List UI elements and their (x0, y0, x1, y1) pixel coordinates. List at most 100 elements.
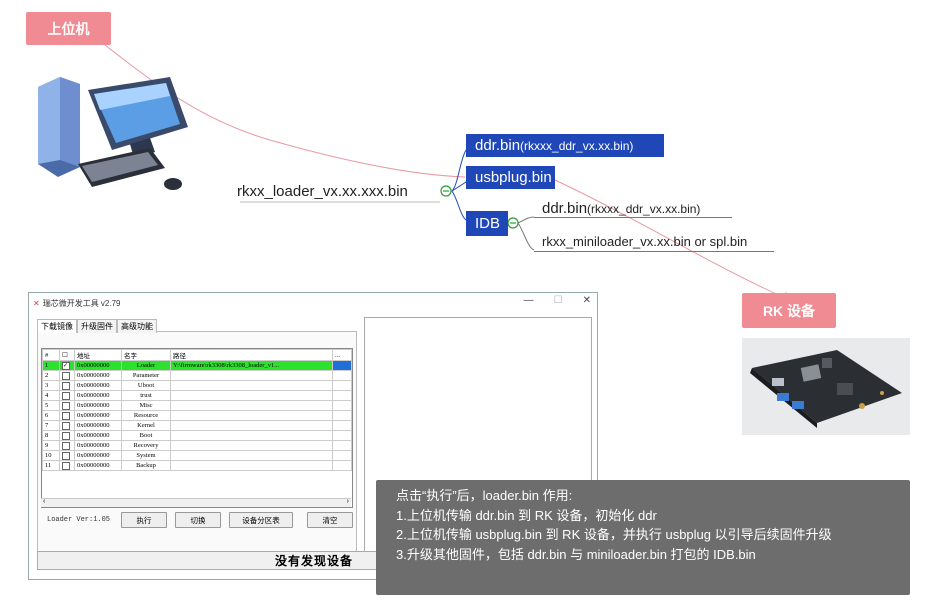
row-more (332, 440, 352, 451)
row-index: 6 (42, 410, 60, 421)
loader-version: Loader Ver:1.05 (47, 516, 111, 524)
row-more (332, 460, 352, 471)
row-checkbox[interactable]: ✓ (59, 360, 75, 371)
note-line-3: 3.升级其他固件，包括 ddr.bin 与 miniloader.bin 打包的… (396, 546, 756, 562)
row-name: Recovery (121, 440, 171, 451)
close-button[interactable]: ✕ (583, 295, 591, 306)
checkbox-icon[interactable] (62, 431, 70, 440)
col-check[interactable]: ☐ (59, 349, 75, 361)
table-row[interactable]: 7 0x00000000 Kernel (42, 420, 352, 431)
row-path[interactable] (170, 450, 333, 461)
scroll-right-icon[interactable]: › (347, 498, 349, 505)
table-row[interactable]: 1 ✓ 0x00000000 Loader Y:\firmware\rk3308\rk3… (42, 360, 352, 371)
row-path[interactable] (170, 430, 333, 441)
device-status-text: 没有发现设备 (274, 554, 353, 568)
row-path[interactable] (170, 440, 333, 451)
tab-download-image[interactable]: 下载镜像 (37, 319, 77, 333)
row-checkbox[interactable] (59, 400, 75, 411)
checkbox-icon[interactable] (62, 411, 70, 420)
minimize-button[interactable]: — (524, 295, 534, 306)
partition-table-button[interactable]: 设备分区表 (229, 512, 293, 528)
checkbox-icon[interactable] (62, 421, 70, 430)
explanation-note: 点击“执行”后，loader.bin 作用: 1.上位机传输 ddr.bin 到… (376, 480, 910, 595)
row-name: Misc (121, 400, 171, 411)
table-row[interactable]: 2 0x00000000 Parameter (42, 370, 352, 381)
row-checkbox[interactable] (59, 410, 75, 421)
checkbox-icon[interactable] (62, 381, 70, 390)
row-index: 7 (42, 420, 60, 431)
row-path[interactable] (170, 460, 333, 471)
row-path[interactable] (170, 370, 333, 381)
checkbox-icon[interactable] (62, 461, 70, 470)
checkbox-icon[interactable] (62, 391, 70, 400)
tab-advanced[interactable]: 高级功能 (117, 319, 157, 333)
row-checkbox[interactable] (59, 390, 75, 401)
row-more (332, 450, 352, 461)
row-checkbox[interactable] (59, 380, 75, 391)
row-name: Parameter (121, 370, 171, 381)
row-index: 8 (42, 430, 60, 441)
checkbox-checked-icon[interactable]: ✓ (62, 361, 70, 370)
row-path[interactable] (170, 420, 333, 431)
row-checkbox[interactable] (59, 440, 75, 451)
row-address: 0x00000000 (74, 410, 122, 421)
host-tag: 上位机 (26, 12, 111, 45)
image-list-grid: # ☐ 地址 名字 路径 ... 1 ✓ 0x00000000 Loader Y:\fi… (41, 348, 353, 508)
col-more: ... (332, 349, 352, 361)
table-row[interactable]: 11 0x00000000 Backup (42, 460, 352, 471)
rk-board-photo (742, 338, 910, 435)
row-checkbox[interactable] (59, 420, 75, 431)
tab-upgrade-firmware[interactable]: 升级固件 (77, 319, 117, 333)
node-idb-ddr-sub: (rkxxx_ddr_vx.xx.bin) (587, 202, 701, 216)
row-more (332, 390, 352, 401)
switch-button[interactable]: 切换 (175, 512, 221, 528)
row-address: 0x00000000 (74, 420, 122, 431)
table-row[interactable]: 8 0x00000000 Boot (42, 430, 352, 441)
row-name: Uboot (121, 380, 171, 391)
row-path[interactable] (170, 410, 333, 421)
row-address: 0x00000000 (74, 430, 122, 441)
row-checkbox[interactable] (59, 450, 75, 461)
node-usbplug-label: usbplug.bin (475, 169, 552, 186)
col-path: 路径 (170, 349, 333, 361)
table-row[interactable]: 10 0x00000000 System (42, 450, 352, 461)
maximize-button[interactable]: ☐ (554, 295, 563, 306)
note-line-intro: 点击“执行”后，loader.bin 作用: (396, 488, 573, 503)
row-checkbox[interactable] (59, 460, 75, 471)
row-name: Resource (121, 410, 171, 421)
row-name: trust (121, 390, 171, 401)
row-index: 4 (42, 390, 60, 401)
checkbox-icon[interactable] (62, 371, 70, 380)
root-node-label: rkxx_loader_vx.xx.xxx.bin (237, 183, 408, 200)
table-row[interactable]: 3 0x00000000 Uboot (42, 380, 352, 391)
row-path[interactable]: Y:\firmware\rk3308\rk3308_loader_v1... (170, 360, 333, 371)
row-path[interactable] (170, 380, 333, 391)
row-checkbox[interactable] (59, 430, 75, 441)
scroll-left-icon[interactable]: ‹ (43, 498, 45, 505)
checkbox-icon[interactable] (62, 401, 70, 410)
row-address: 0x00000000 (74, 440, 122, 451)
window-title: 瑞芯微开发工具 v2.79 (42, 298, 121, 308)
row-address: 0x00000000 (74, 360, 122, 371)
node-ddr-sub: (rkxxx_ddr_vx.xx.bin) (520, 138, 634, 153)
node-usbplug: usbplug.bin (466, 166, 555, 189)
table-row[interactable]: 9 0x00000000 Recovery (42, 440, 352, 451)
row-index: 1 (42, 360, 60, 371)
horizontal-scrollbar[interactable]: ‹ › (41, 498, 351, 507)
row-more (332, 430, 352, 441)
run-button[interactable]: 执行 (121, 512, 167, 528)
checkbox-icon[interactable] (62, 451, 70, 460)
row-index: 3 (42, 380, 60, 391)
row-index: 9 (42, 440, 60, 451)
app-icon: ✕ (33, 298, 40, 308)
clear-button[interactable]: 清空 (307, 512, 353, 528)
checkbox-icon[interactable] (62, 441, 70, 450)
table-row[interactable]: 4 0x00000000 trust (42, 390, 352, 401)
row-index: 2 (42, 370, 60, 381)
row-path[interactable] (170, 400, 333, 411)
table-row[interactable]: 6 0x00000000 Resource (42, 410, 352, 421)
row-path[interactable] (170, 390, 333, 401)
table-row[interactable]: 5 0x00000000 Misc (42, 400, 352, 411)
row-checkbox[interactable] (59, 370, 75, 381)
row-address: 0x00000000 (74, 400, 122, 411)
